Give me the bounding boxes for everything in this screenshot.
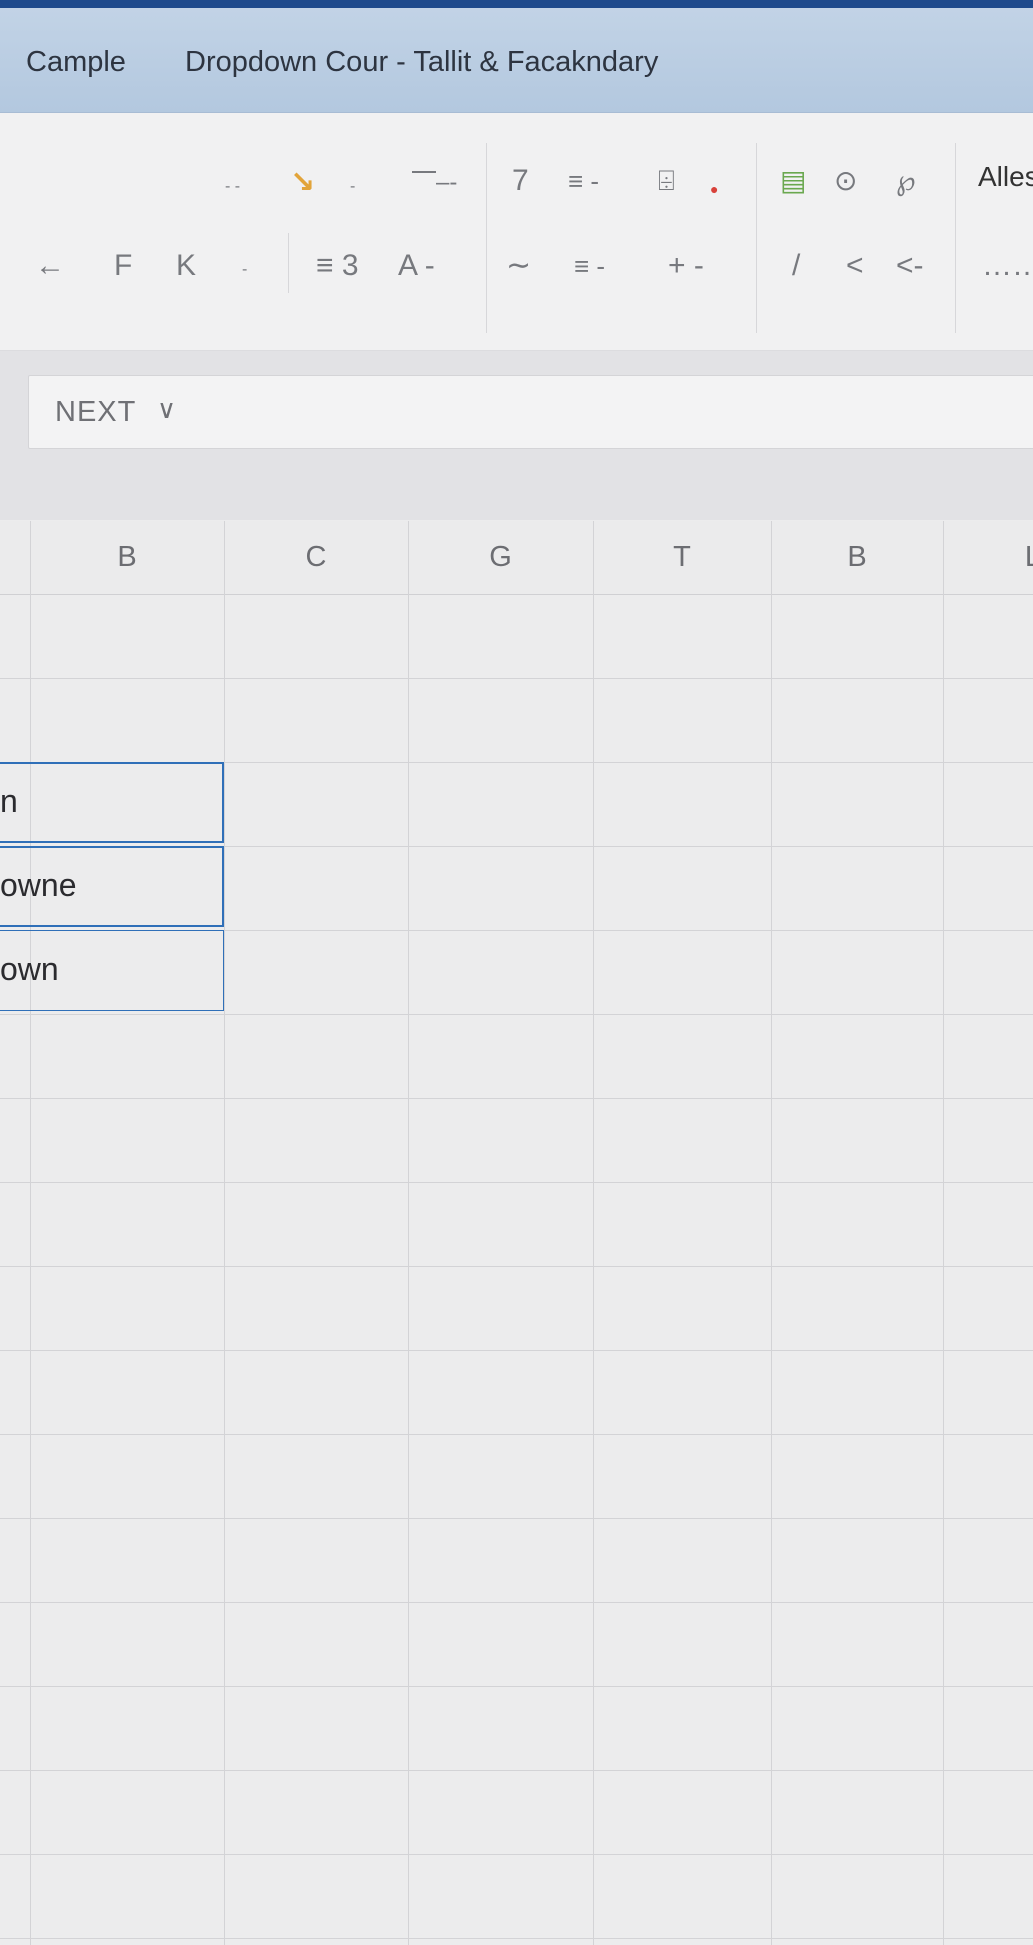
less-than-icon[interactable]: < — [846, 246, 864, 286]
row-gridline — [0, 1434, 1033, 1435]
font-icon[interactable]: F — [114, 246, 132, 286]
name-box[interactable]: NEXT ∨ — [28, 375, 1033, 449]
row-gridline — [0, 1854, 1033, 1855]
list-icon[interactable]: ≡ 3 — [316, 246, 359, 286]
cell-value[interactable]: n — [0, 783, 18, 820]
pen-icon[interactable]: ℘ — [896, 161, 916, 201]
italic-icon[interactable]: K — [176, 246, 196, 286]
column-gridline — [224, 521, 225, 1945]
row-gridline — [0, 1518, 1033, 1519]
ribbon-separator — [756, 143, 757, 333]
app-name: Cample — [26, 46, 126, 78]
column-header[interactable]: C — [224, 521, 408, 594]
lines-icon[interactable]: ≡ - — [574, 246, 605, 286]
spreadsheet-grid[interactable]: B C G T B L n owne own — [0, 521, 1033, 1945]
highlight-icon[interactable]: ↘ — [290, 163, 315, 203]
ribbon-separator — [955, 143, 956, 333]
row-gridline — [0, 1014, 1033, 1015]
name-box-area: NEXT ∨ — [0, 351, 1033, 520]
column-header[interactable]: B — [771, 521, 943, 594]
column-gridline — [30, 521, 31, 1945]
ribbon-separator — [486, 143, 487, 333]
highlight-dropdown[interactable]: - — [350, 167, 355, 207]
column-gridline — [593, 521, 594, 1945]
alert-dot-icon: ● — [710, 181, 719, 197]
text-color-icon[interactable]: A - — [398, 246, 435, 286]
font-dropdown[interactable]: - — [242, 250, 247, 290]
plus-icon[interactable]: + - — [668, 246, 704, 286]
column-header[interactable]: L — [943, 521, 1033, 594]
column-gridline — [771, 521, 772, 1945]
align-icon[interactable]: ≡ - — [568, 161, 599, 201]
row-gridline — [0, 1686, 1033, 1687]
column-gridline — [943, 521, 944, 1945]
document-title: Dropdown Cour - Tallit & Facakndary — [185, 46, 659, 78]
row-gridline — [0, 678, 1033, 679]
cell-value[interactable]: own — [0, 951, 59, 988]
ribbon-toolbar: - - ↘ - ⎺–- 7 ≡ - ⌹ ● ▤ ⊙ ℘ Alles ← F K … — [0, 113, 1033, 351]
cell-value[interactable]: owne — [0, 867, 77, 904]
row-gridline — [0, 1350, 1033, 1351]
title-bar: Cample Dropdown Cour - Tallit & Facaknda… — [0, 8, 1033, 113]
column-header[interactable]: G — [408, 521, 593, 594]
table-format-icon[interactable]: ⌹ — [658, 161, 675, 201]
cell-selection[interactable] — [0, 762, 224, 843]
column-header-row: B C G T B L — [0, 521, 1033, 595]
chevron-down-icon[interactable]: ∨ — [157, 394, 176, 425]
paste-icon[interactable]: ▤ — [780, 161, 806, 201]
window-top-stripe — [0, 0, 1033, 8]
row-gridline — [0, 1602, 1033, 1603]
row-gridline — [0, 1770, 1033, 1771]
number-format-icon[interactable]: 7 — [512, 161, 529, 201]
back-dropdown-icon[interactable]: <- — [896, 246, 924, 286]
alles-label[interactable]: Alles — [978, 161, 1033, 193]
back-arrow-icon[interactable]: ← — [35, 246, 65, 286]
column-header[interactable]: B — [30, 521, 224, 594]
border-icon[interactable]: ⎺–- — [412, 163, 457, 203]
ribbon-dropdown-1[interactable]: - - — [225, 167, 240, 207]
row-gridline — [0, 1938, 1033, 1939]
ribbon-separator — [288, 233, 289, 293]
column-gridline — [408, 521, 409, 1945]
row-gridline — [0, 1266, 1033, 1267]
row-gridline — [0, 1098, 1033, 1099]
clock-icon[interactable]: ⊙ — [834, 161, 857, 201]
column-header[interactable]: T — [593, 521, 771, 594]
row-gridline — [0, 1182, 1033, 1183]
name-box-value: NEXT — [55, 396, 137, 428]
more-icon[interactable]: …… — [982, 246, 1033, 286]
slash-icon[interactable]: / — [792, 246, 800, 286]
wave-icon[interactable]: ∼ — [506, 246, 531, 286]
